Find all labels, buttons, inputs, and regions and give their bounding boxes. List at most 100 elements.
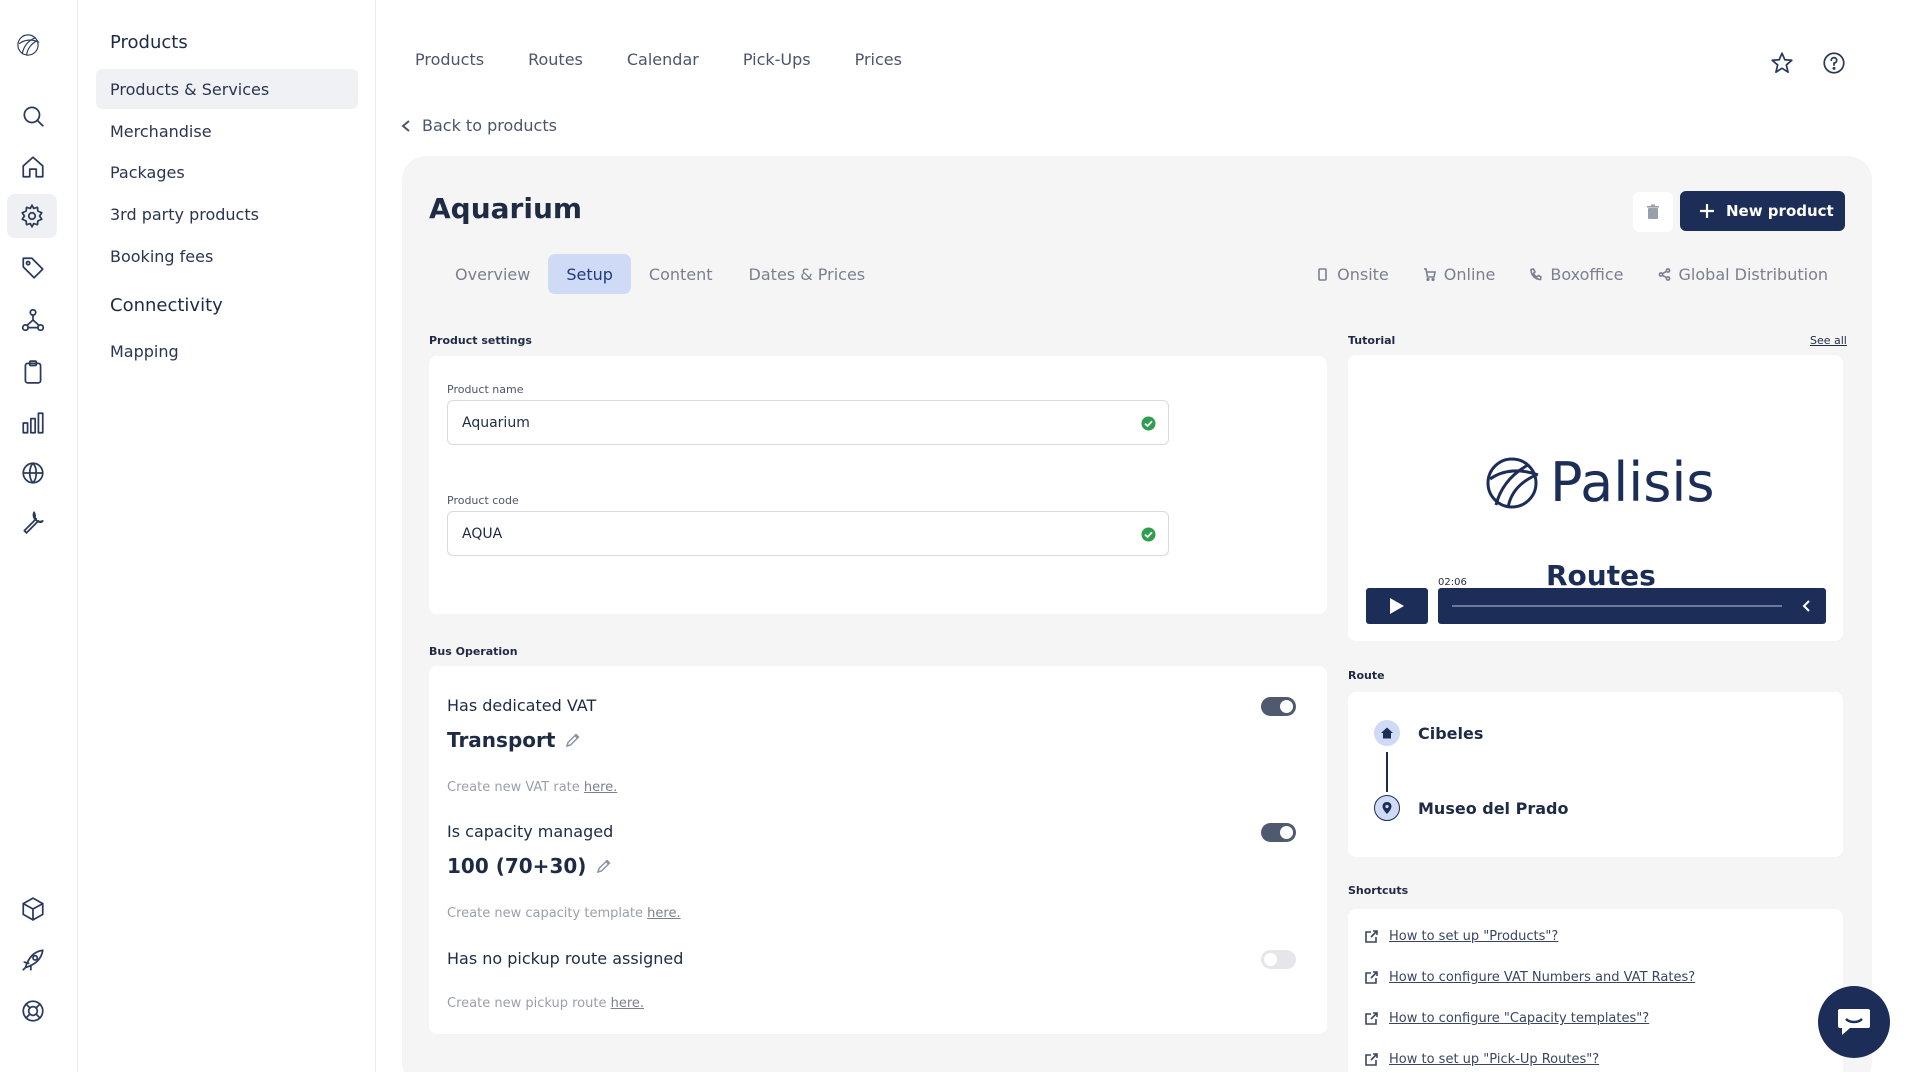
channel-list: Onsite Online Boxoffice Global Distribut… <box>1316 254 1828 294</box>
wrench-icon[interactable] <box>17 506 49 538</box>
shortcut-link-text: How to configure "Capacity templates"? <box>1389 1011 1650 1026</box>
pencil-icon[interactable] <box>565 732 581 748</box>
shortcut-link-text: How to configure VAT Numbers and VAT Rat… <box>1389 970 1696 985</box>
channel-onsite-label: Onsite <box>1337 264 1389 284</box>
new-product-button[interactable]: New product <box>1680 191 1845 231</box>
topnav-pick-ups[interactable]: Pick-Ups <box>743 50 811 69</box>
video-brand-name: Palisis <box>1550 451 1715 514</box>
product-name-value: Aquarium <box>462 414 530 431</box>
page-title: Aquarium <box>429 192 583 225</box>
product-settings-label: Product settings <box>429 334 532 347</box>
gear-icon[interactable] <box>7 194 57 238</box>
check-circle-icon <box>1141 416 1156 431</box>
video-progress-bar[interactable] <box>1438 588 1826 624</box>
vat-hint-text: Create new VAT rate <box>447 780 584 795</box>
capacity-toggle[interactable] <box>1261 823 1296 842</box>
see-all-link[interactable]: See all <box>1810 334 1847 347</box>
route-card: Cibeles Museo del Prado <box>1348 692 1843 857</box>
delete-button[interactable] <box>1633 192 1673 232</box>
sidebar-item-booking-fees[interactable]: Booking fees <box>96 236 358 276</box>
top-right-icons <box>1769 50 1847 76</box>
chat-button[interactable] <box>1818 986 1890 1058</box>
topnav-products[interactable]: Products <box>415 50 484 69</box>
external-link-icon <box>1365 1053 1378 1066</box>
search-icon[interactable] <box>17 100 49 132</box>
product-code-value: AQUA <box>462 525 503 542</box>
tag-icon[interactable] <box>17 252 49 284</box>
cart-icon <box>1423 267 1436 281</box>
tab-content[interactable]: Content <box>631 254 731 294</box>
topnav-calendar[interactable]: Calendar <box>627 50 699 69</box>
channel-onsite[interactable]: Onsite <box>1316 254 1389 294</box>
product-name-label: Product name <box>447 383 524 396</box>
shortcut-link[interactable]: How to configure "Capacity templates"? <box>1364 1011 1649 1026</box>
vat-value-text: Transport <box>447 728 556 752</box>
route-stop: Cibeles <box>1374 720 1483 746</box>
clipboard-icon[interactable] <box>17 356 49 388</box>
shortcut-link-text: How to set up "Products"? <box>1389 929 1559 944</box>
home-pin-icon <box>1374 720 1400 746</box>
shortcut-link[interactable]: How to configure VAT Numbers and VAT Rat… <box>1364 970 1695 985</box>
rocket-icon[interactable] <box>17 944 49 976</box>
sidebar-item-mapping[interactable]: Mapping <box>96 331 358 371</box>
capacity-value: 100 (70+30) <box>447 854 612 878</box>
product-tabs: Overview Setup Content Dates & Prices <box>437 254 883 294</box>
tutorial-label: Tutorial <box>1348 334 1396 347</box>
vat-option-label: Has dedicated VAT <box>447 696 597 715</box>
tab-setup[interactable]: Setup <box>548 254 631 294</box>
shortcut-link[interactable]: How to set up "Products"? <box>1364 929 1558 944</box>
back-to-products-link[interactable]: Back to products <box>400 116 557 135</box>
channel-boxoffice-label: Boxoffice <box>1550 264 1624 284</box>
topnav-prices[interactable]: Prices <box>855 50 902 69</box>
channel-online[interactable]: Online <box>1423 254 1496 294</box>
video-timestamp: 02:06 <box>1436 577 1469 588</box>
globe-icon[interactable] <box>17 457 49 489</box>
help-icon[interactable] <box>1821 50 1847 76</box>
lifebuoy-icon[interactable] <box>17 995 49 1027</box>
route-stop-end: Museo del Prado <box>1418 798 1569 818</box>
channel-boxoffice[interactable]: Boxoffice <box>1529 254 1624 294</box>
product-name-field[interactable]: Aquarium <box>447 400 1169 445</box>
cube-icon[interactable] <box>17 893 49 925</box>
home-icon[interactable] <box>17 151 49 183</box>
star-icon[interactable] <box>1769 50 1795 76</box>
channel-global-distribution[interactable]: Global Distribution <box>1658 254 1828 294</box>
share-icon <box>1658 267 1670 281</box>
secondary-sidebar: Products Products & Services Merchandise… <box>78 0 376 1072</box>
vat-hint: Create new VAT rate here. <box>447 780 617 795</box>
capacity-option-label: Is capacity managed <box>447 822 614 841</box>
capacity-here-link[interactable]: here. <box>647 906 680 921</box>
sidebar-item-merchandise[interactable]: Merchandise <box>96 111 358 151</box>
tutorial-video[interactable]: Palisis Routes 02:06 <box>1348 355 1843 641</box>
network-icon[interactable] <box>17 304 49 336</box>
pickup-here-link[interactable]: here. <box>611 996 644 1011</box>
channel-online-label: Online <box>1443 264 1496 284</box>
product-code-field[interactable]: AQUA <box>447 511 1169 556</box>
external-link-icon <box>1365 971 1378 984</box>
bus-operation-card: Has dedicated VAT Transport Create new V… <box>429 666 1327 1034</box>
shortcut-link[interactable]: How to set up "Pick-Up Routes"? <box>1364 1052 1599 1067</box>
sidebar-item-3rd-party-products[interactable]: 3rd party products <box>96 194 358 234</box>
route-stop: Museo del Prado <box>1374 795 1568 821</box>
product-settings-card: Product name Aquarium Product code AQUA <box>429 356 1327 614</box>
product-code-label: Product code <box>447 494 519 507</box>
plus-icon <box>1700 204 1714 218</box>
vat-toggle[interactable] <box>1261 697 1296 716</box>
route-stop-start: Cibeles <box>1418 723 1484 743</box>
chevron-left-icon[interactable] <box>1802 600 1812 612</box>
video-progress-track[interactable] <box>1452 605 1782 607</box>
sidebar-item-products-services[interactable]: Products & Services <box>96 69 358 109</box>
palisis-logo-icon[interactable] <box>15 32 51 68</box>
bar-chart-icon[interactable] <box>17 407 49 439</box>
sidebar-item-packages[interactable]: Packages <box>96 152 358 192</box>
pickup-hint: Create new pickup route here. <box>447 996 644 1011</box>
tab-overview[interactable]: Overview <box>437 254 548 294</box>
pencil-icon[interactable] <box>596 858 612 874</box>
play-button[interactable] <box>1366 588 1428 624</box>
vat-here-link[interactable]: here. <box>584 780 617 795</box>
topnav-routes[interactable]: Routes <box>528 50 583 69</box>
pickup-toggle[interactable] <box>1261 950 1296 969</box>
phone-icon <box>1530 267 1543 280</box>
tab-dates-prices[interactable]: Dates & Prices <box>731 254 884 294</box>
play-icon <box>1390 598 1404 614</box>
